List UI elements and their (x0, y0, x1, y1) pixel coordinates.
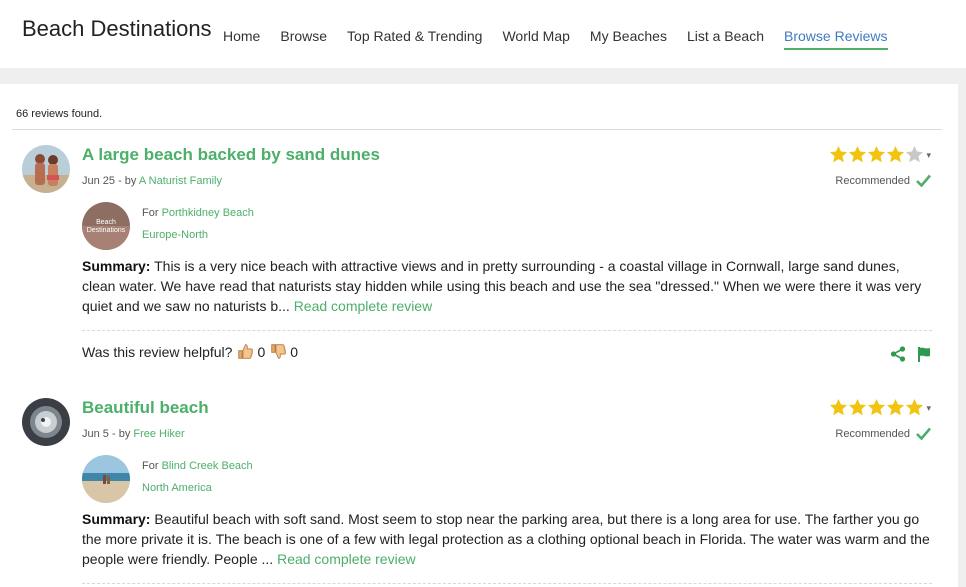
dashed-divider (82, 583, 932, 584)
review-summary: Summary: Beautiful beach with soft sand.… (82, 509, 932, 569)
review-count: 66 reviews found. (16, 108, 103, 120)
nav-top-rated[interactable]: Top Rated & Trending (337, 27, 492, 51)
review-date: Jun 25 (82, 175, 116, 187)
rating-caret-icon[interactable]: ▾ (926, 403, 931, 414)
star-icon (867, 145, 886, 163)
review-summary: Summary: This is a very nice beach with … (82, 256, 932, 316)
star-icon (905, 145, 924, 163)
avatar[interactable] (22, 398, 70, 446)
svg-text:Beach: Beach (96, 219, 116, 226)
review-actions (890, 346, 932, 362)
top-bar: Beach Destinations Home Browse Top Rated… (0, 0, 966, 68)
helpful-label: Was this review helpful? (82, 343, 233, 360)
helpful-row: Was this review helpful? 0 0 (82, 343, 298, 360)
thumbs-down-icon[interactable] (270, 343, 287, 360)
star-icon (886, 398, 905, 416)
beach-for-line: For Porthkidney Beach (142, 207, 254, 219)
beach-link[interactable]: Blind Creek Beach (162, 460, 253, 472)
for-label: For (142, 460, 162, 472)
avatar-photo (22, 145, 70, 193)
thumbs-up-icon[interactable] (237, 343, 254, 360)
nav-world-map[interactable]: World Map (492, 27, 579, 51)
dashed-divider (82, 330, 932, 331)
nav-browse-reviews-label: Browse Reviews (784, 27, 888, 50)
star-icon (886, 145, 905, 163)
nav-home-label: Home (223, 28, 261, 44)
recommended-label: Recommended (835, 174, 910, 187)
read-complete-review-link[interactable]: Read complete review (294, 298, 433, 314)
divider (12, 129, 942, 130)
nav-top-rated-label: Top Rated & Trending (347, 28, 483, 44)
rating-caret-icon[interactable]: ▾ (926, 150, 931, 161)
site-logo[interactable]: Beach Destinations (22, 16, 212, 42)
summary-label: Summary: (82, 258, 151, 274)
nav-list-a-beach-label: List a Beach (686, 28, 765, 44)
share-icon[interactable] (890, 346, 906, 362)
recommended-status: Recommended (835, 427, 931, 440)
recommended-status: Recommended (835, 174, 931, 187)
beach-thumbnail[interactable] (82, 455, 130, 503)
thumbs-down-count: 0 (290, 343, 299, 360)
main-nav: Home Browse Top Rated & Trending World M… (213, 27, 898, 51)
beach-thumbnail[interactable]: Beach Destinations (82, 202, 130, 250)
nav-world-map-label: World Map (502, 28, 570, 44)
star-icon (829, 145, 848, 163)
star-icon (905, 398, 924, 416)
nav-home[interactable]: Home (213, 27, 270, 51)
star-icon (829, 398, 848, 416)
nav-my-beaches[interactable]: My Beaches (580, 27, 677, 51)
review-by: - by (115, 175, 139, 187)
star-rating (829, 145, 924, 164)
summary-text: Beautiful beach with soft sand. Most see… (82, 511, 930, 567)
review-by: - by (108, 428, 134, 440)
review-author[interactable]: Free Hiker (133, 428, 184, 440)
avatar-photo (22, 398, 70, 446)
nav-browse-reviews[interactable]: Browse Reviews (774, 27, 897, 51)
for-label: For (142, 207, 162, 219)
check-icon (916, 174, 931, 187)
review-title[interactable]: A large beach backed by sand dunes (82, 145, 380, 165)
summary-label: Summary: (82, 511, 151, 527)
review-title[interactable]: Beautiful beach (82, 398, 209, 418)
star-icon (867, 398, 886, 416)
thumbs-up-count: 0 (257, 343, 266, 360)
nav-my-beaches-label: My Beaches (589, 28, 667, 44)
nav-browse[interactable]: Browse (270, 27, 337, 51)
review-author[interactable]: A Naturist Family (139, 175, 222, 187)
svg-text:Destinations: Destinations (87, 227, 126, 234)
check-icon (916, 427, 931, 440)
region-link[interactable]: North America (142, 482, 212, 494)
summary-text: This is a very nice beach with attractiv… (82, 258, 922, 314)
beach-placeholder-logo: Beach Destinations (82, 202, 130, 250)
read-complete-review-link[interactable]: Read complete review (277, 551, 416, 567)
nav-browse-label: Browse (280, 28, 328, 44)
beach-link[interactable]: Porthkidney Beach (162, 207, 254, 219)
beach-photo (82, 455, 130, 503)
review-meta: Jun 5 - by Free Hiker (82, 428, 185, 440)
beach-for-line: For Blind Creek Beach (142, 460, 253, 472)
region-link[interactable]: Europe-North (142, 229, 208, 241)
nav-list-a-beach[interactable]: List a Beach (677, 27, 774, 51)
review-meta: Jun 25 - by A Naturist Family (82, 175, 222, 187)
avatar[interactable] (22, 145, 70, 193)
star-rating (829, 398, 924, 417)
flag-icon[interactable] (916, 346, 932, 362)
star-icon (848, 398, 867, 416)
reviews-panel: 66 reviews found. A large beach backed b… (0, 84, 958, 587)
review-date: Jun 5 (82, 428, 109, 440)
recommended-label: Recommended (835, 427, 910, 440)
star-icon (848, 145, 867, 163)
